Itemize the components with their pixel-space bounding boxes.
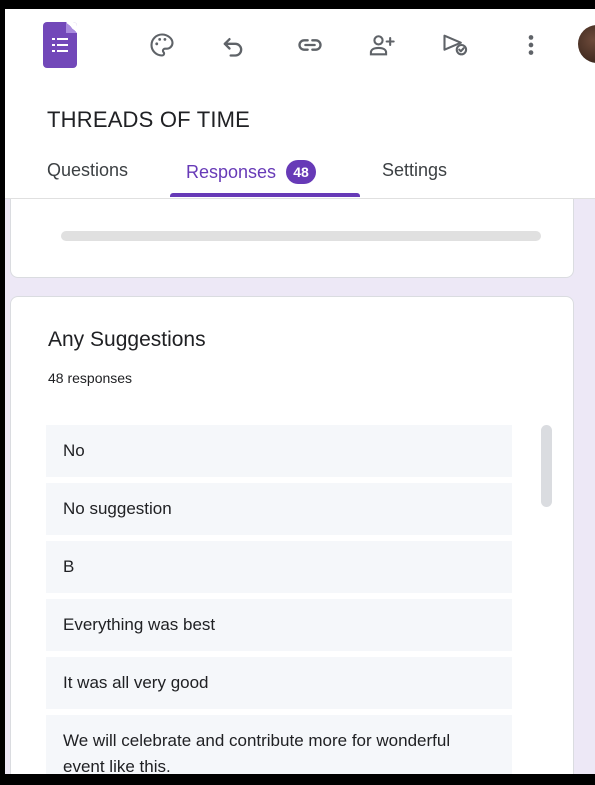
form-title: THREADS OF TIME	[47, 107, 251, 132]
send-icon[interactable]	[435, 25, 475, 65]
scrollbar[interactable]	[541, 425, 552, 507]
avatar[interactable]	[578, 25, 595, 63]
tab-bar: Questions Responses 48 Settings	[5, 154, 595, 198]
response-count: 48 responses	[48, 370, 133, 386]
list-item: B	[46, 541, 512, 593]
response-list: No No suggestion B Everything was best I…	[46, 425, 512, 774]
toolbar	[5, 9, 595, 79]
progress-bar	[61, 231, 541, 241]
active-tab-indicator	[170, 193, 360, 197]
add-collaborator-icon[interactable]	[362, 25, 402, 65]
question-title: Any Suggestions	[48, 328, 206, 351]
link-icon[interactable]	[290, 25, 330, 65]
forms-screen: THREADS OF TIME Questions Responses 48 Se…	[5, 9, 595, 774]
list-item: No	[46, 425, 512, 477]
header: THREADS OF TIME Questions Responses 48 Se…	[5, 9, 595, 199]
list-item: Everything was best	[46, 599, 512, 651]
tab-responses-label: Responses	[186, 162, 277, 182]
responses-count-badge: 48	[286, 160, 317, 184]
previous-question-card	[10, 199, 574, 278]
list-item: It was all very good	[46, 657, 512, 709]
list-item: No suggestion	[46, 483, 512, 535]
list-item: We will celebrate and contribute more fo…	[46, 715, 512, 774]
progress-fill	[61, 231, 541, 241]
forms-logo-icon[interactable]	[43, 22, 77, 68]
tab-responses[interactable]: Responses 48	[186, 160, 317, 184]
list-icon	[52, 38, 68, 52]
undo-icon[interactable]	[213, 25, 253, 65]
tab-questions[interactable]: Questions	[47, 160, 128, 181]
tab-settings[interactable]: Settings	[382, 160, 447, 181]
more-vert-icon[interactable]	[511, 25, 551, 65]
question-card: Any Suggestions 48 responses No No sugge…	[10, 296, 574, 774]
palette-icon[interactable]	[142, 25, 182, 65]
